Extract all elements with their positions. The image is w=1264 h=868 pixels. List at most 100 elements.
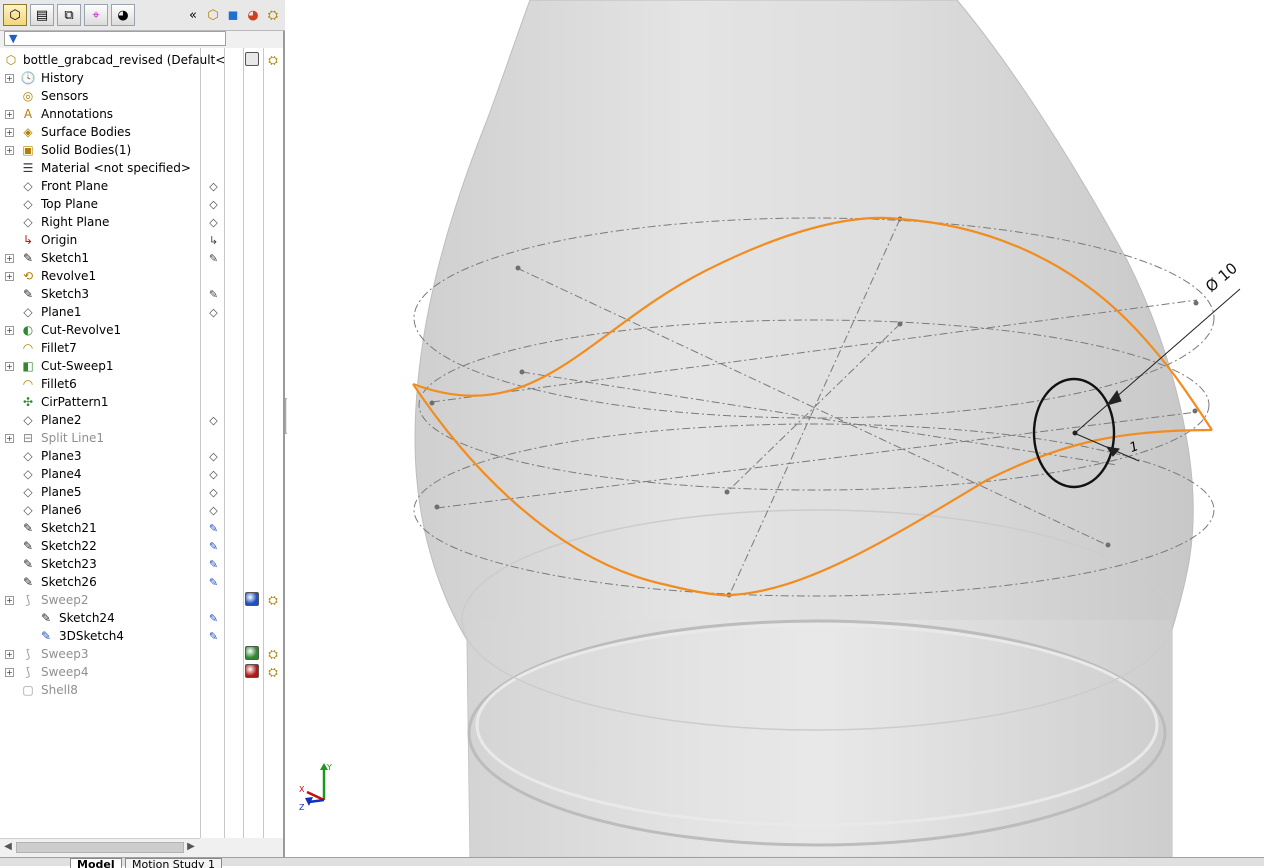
tree-item-sweep4[interactable]: + ⟆ Sweep4 ⛭ [0, 663, 283, 681]
scenes-icon[interactable]: ⛭ [265, 52, 281, 68]
scenes-icon[interactable]: ⛭ [265, 664, 281, 680]
expand-icon[interactable]: + [5, 110, 14, 119]
tree-item-history[interactable]: + 🕓 History [0, 69, 283, 87]
tree-item-sketch3[interactable]: ✎ Sketch3 ✎ [0, 285, 283, 303]
dependency-icon[interactable]: ◇ [205, 178, 222, 194]
dependency-icon[interactable]: ◇ [205, 196, 222, 212]
scenes-icon[interactable]: ⛭ [265, 592, 281, 608]
scenes-icon[interactable]: ⛭ [265, 646, 281, 662]
dependency-icon[interactable]: ◇ [205, 412, 222, 428]
dimxpert-tab[interactable]: ⌖ [84, 4, 108, 26]
tree-item-shell8[interactable]: ▢ Shell8 [0, 681, 283, 699]
tab-model[interactable]: Model [70, 858, 122, 868]
dependency-icon[interactable]: ◇ [205, 214, 222, 230]
dependency-icon[interactable]: ✎ [205, 628, 222, 644]
expand-icon[interactable]: + [5, 668, 14, 677]
dependency-icon[interactable]: ✎ [205, 520, 222, 536]
tree-item-material-not-specified[interactable]: ☰ Material <not specified> [0, 159, 283, 177]
tree-item-plane1[interactable]: ◇ Plane1 ◇ [0, 303, 283, 321]
tree-item-origin[interactable]: ↳ Origin ↳ [0, 231, 283, 249]
dependency-icon[interactable]: ✎ [205, 556, 222, 572]
expand-icon[interactable]: + [5, 74, 14, 83]
tree-item-split-line1[interactable]: + ⊟ Split Line1 [0, 429, 283, 447]
display-state-box[interactable] [245, 52, 261, 68]
view-triad: Y X Z [299, 763, 332, 812]
featuremanager-tab[interactable]: ⬡ [3, 4, 27, 26]
tree-item-sweep2[interactable]: + ⟆ Sweep2 ⛭ [0, 591, 283, 609]
tree-item-label: History [41, 71, 84, 85]
tree-item-fillet6[interactable]: ◠ Fillet6 [0, 375, 283, 393]
propertymanager-tab[interactable]: ▤ [30, 4, 54, 26]
scrollbar-thumb[interactable] [16, 842, 184, 853]
expand-icon[interactable]: + [5, 596, 14, 605]
split-line-icon: ⊟ [22, 431, 34, 445]
dependency-icon[interactable]: ✎ [205, 574, 222, 590]
tree-item-fillet7[interactable]: ◠ Fillet7 [0, 339, 283, 357]
tree-item-sensors[interactable]: ◎ Sensors [0, 87, 283, 105]
expand-icon[interactable]: + [5, 434, 14, 443]
dependency-icon[interactable]: ↳ [205, 232, 222, 248]
dependency-icon[interactable]: ◇ [205, 484, 222, 500]
tree-filter-input[interactable]: ▼ [4, 31, 226, 46]
dependency-icon[interactable]: ◇ [205, 304, 222, 320]
displaymanager-tab[interactable]: ◕ [111, 4, 135, 26]
configurationmanager-tab[interactable]: ⧉ [57, 4, 81, 26]
tree-item-sweep3[interactable]: + ⟆ Sweep3 ⛭ [0, 645, 283, 663]
expand-icon[interactable]: + [5, 326, 14, 335]
tree-horizontal-scrollbar[interactable]: ◀ ▶ [0, 838, 200, 856]
dependency-icon[interactable]: ✎ [205, 538, 222, 554]
body-appearance-swatch[interactable] [245, 592, 261, 608]
tree-item-sketch1[interactable]: + ✎ Sketch1 ✎ [0, 249, 283, 267]
expand-icon[interactable]: + [5, 146, 14, 155]
tree-item-plane4[interactable]: ◇ Plane4 ◇ [0, 465, 283, 483]
scenes-icon[interactable]: ⛭ [264, 6, 282, 24]
fillet-icon: ◠ [22, 341, 34, 355]
collapse-panel-button[interactable]: « [184, 6, 202, 24]
dependency-icon[interactable]: ◇ [205, 502, 222, 518]
tree-item-sketch23[interactable]: ✎ Sketch23 ✎ [0, 555, 283, 573]
dependency-icon[interactable]: ✎ [205, 286, 222, 302]
tree-item-3dsketch4[interactable]: ✎ 3DSketch4 ✎ [0, 627, 283, 645]
tree-item-plane6[interactable]: ◇ Plane6 ◇ [0, 501, 283, 519]
tree-item-sketch22[interactable]: ✎ Sketch22 ✎ [0, 537, 283, 555]
tree-item-label: Split Line1 [41, 431, 105, 445]
expand-icon[interactable]: + [5, 254, 14, 263]
tree-root-item[interactable]: ⬡ bottle_grabcad_revised (Default< ⛭ [0, 51, 283, 69]
scroll-right-icon[interactable]: ▶ [184, 840, 198, 854]
tree-item-cut-sweep1[interactable]: + ◧ Cut-Sweep1 [0, 357, 283, 375]
tree-item-plane3[interactable]: ◇ Plane3 ◇ [0, 447, 283, 465]
expand-icon[interactable]: + [5, 362, 14, 371]
expand-icon[interactable]: + [5, 128, 14, 137]
tree-item-solid-bodies-1[interactable]: + ▣ Solid Bodies(1) [0, 141, 283, 159]
tree-item-sketch21[interactable]: ✎ Sketch21 ✎ [0, 519, 283, 537]
tree-item-cirpattern1[interactable]: ✣ CirPattern1 [0, 393, 283, 411]
tree-item-sketch26[interactable]: ✎ Sketch26 ✎ [0, 573, 283, 591]
tree-item-right-plane[interactable]: ◇ Right Plane ◇ [0, 213, 283, 231]
appearance-icon[interactable]: ◕ [244, 6, 262, 24]
tree-item-plane2[interactable]: ◇ Plane2 ◇ [0, 411, 283, 429]
tree-item-revolve1[interactable]: + ⟲ Revolve1 [0, 267, 283, 285]
tab-motion-study-1[interactable]: Motion Study 1 [125, 858, 223, 868]
tree-item-plane5[interactable]: ◇ Plane5 ◇ [0, 483, 283, 501]
tree-item-top-plane[interactable]: ◇ Top Plane ◇ [0, 195, 283, 213]
tree-item-surface-bodies[interactable]: + ◈ Surface Bodies [0, 123, 283, 141]
filter-icon: ▼ [9, 32, 18, 45]
fillet-icon: ◠ [22, 377, 34, 391]
tree-item-front-plane[interactable]: ◇ Front Plane ◇ [0, 177, 283, 195]
graphics-viewport[interactable]: Ø 10 1 Y X Z [287, 0, 1264, 857]
dependency-icon[interactable]: ◇ [205, 448, 222, 464]
expand-icon[interactable]: + [5, 272, 14, 281]
body-appearance-swatch[interactable] [245, 646, 261, 662]
scroll-left-icon[interactable]: ◀ [1, 840, 15, 854]
body-appearance-swatch[interactable] [245, 664, 261, 680]
component-icon[interactable]: ⬡ [204, 6, 222, 24]
dependency-icon[interactable]: ◇ [205, 466, 222, 482]
tree-item-annotations[interactable]: + A Annotations [0, 105, 283, 123]
tree-item-sketch24[interactable]: ✎ Sketch24 ✎ [0, 609, 283, 627]
dependency-icon[interactable]: ✎ [205, 250, 222, 266]
dependency-icon[interactable]: ✎ [205, 610, 222, 626]
tree-item-label: Sweep3 [41, 647, 89, 661]
expand-icon[interactable]: + [5, 650, 14, 659]
tree-item-cut-revolve1[interactable]: + ◐ Cut-Revolve1 [0, 321, 283, 339]
cube-icon[interactable]: ◼ [224, 6, 242, 24]
